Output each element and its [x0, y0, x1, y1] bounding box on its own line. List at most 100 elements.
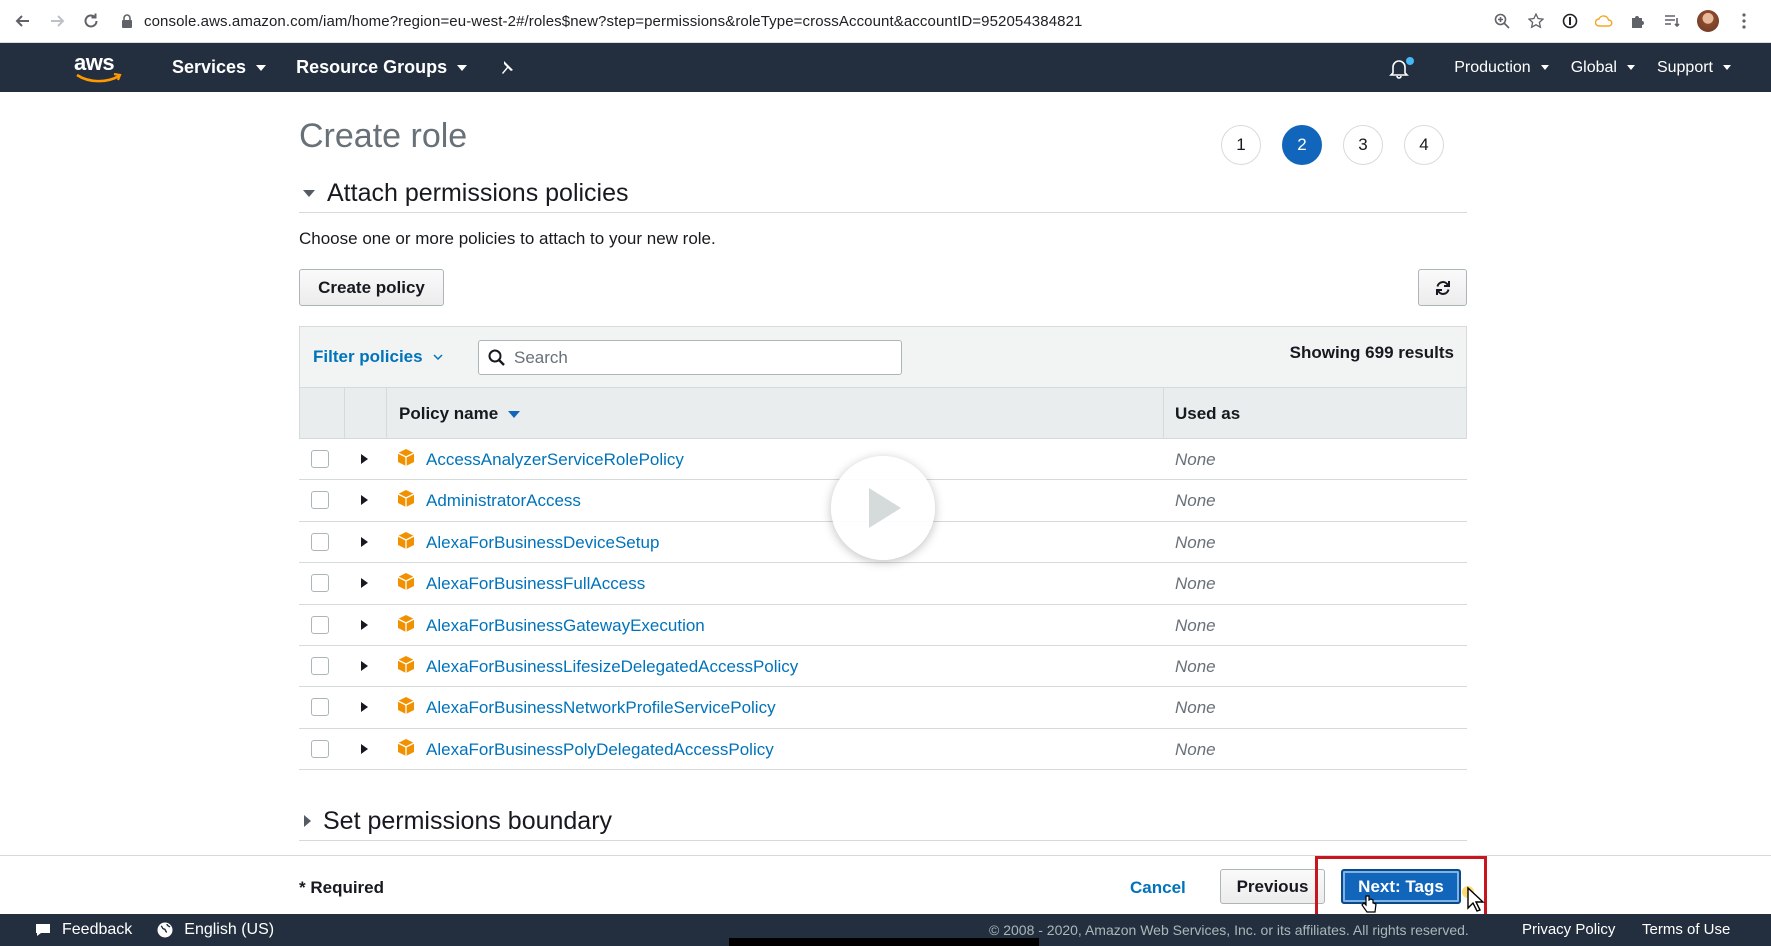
aws-logo[interactable]: aws — [74, 50, 124, 86]
support-menu[interactable]: Support — [1657, 59, 1731, 77]
required-note: * Required — [299, 878, 385, 897]
expand-row-icon[interactable] — [361, 578, 368, 589]
previous-button[interactable]: Previous — [1220, 869, 1325, 904]
password-manager-icon[interactable] — [1561, 12, 1579, 30]
used-as-column-header[interactable]: Used as — [1175, 404, 1240, 424]
section-description: Choose one or more policies to attach to… — [299, 229, 716, 248]
back-arrow-icon[interactable] — [12, 10, 34, 32]
policy-search-box[interactable] — [478, 340, 902, 375]
used-as-value: None — [1175, 450, 1216, 469]
notification-dot — [1406, 56, 1415, 65]
play-icon — [869, 488, 901, 528]
region-menu[interactable]: Global — [1571, 59, 1635, 77]
policy-name-link[interactable]: AlexaForBusinessNetworkProfileServicePol… — [426, 698, 776, 718]
reload-icon[interactable] — [80, 10, 102, 32]
section-title: Attach permissions policies — [327, 179, 629, 207]
used-as-value: None — [1175, 491, 1216, 511]
step-3[interactable]: 3 — [1343, 125, 1383, 165]
resource-groups-menu[interactable]: Resource Groups — [296, 57, 468, 78]
policy-name-link[interactable]: AdministratorAccess — [426, 491, 581, 511]
row-checkbox[interactable] — [311, 574, 329, 593]
chevron-down-icon — [256, 64, 267, 71]
attach-policies-section-header[interactable]: Attach permissions policies — [299, 175, 1467, 213]
table-row: AlexaForBusinessPolyDelegatedAccessPolic… — [299, 729, 1467, 771]
policy-table-header: Policy name Used as — [299, 388, 1467, 439]
account-menu[interactable]: Production — [1454, 59, 1549, 77]
video-play-button[interactable] — [831, 456, 935, 560]
row-checkbox[interactable] — [311, 491, 329, 510]
browser-menu-icon[interactable] — [1735, 12, 1753, 30]
refresh-button[interactable] — [1418, 269, 1467, 306]
bookmark-star-icon[interactable] — [1527, 12, 1545, 30]
step-1[interactable]: 1 — [1221, 125, 1261, 165]
address-bar[interactable]: console.aws.amazon.com/iam/home?region=e… — [120, 6, 1493, 36]
policy-name-link[interactable]: AlexaForBusinessDeviceSetup — [426, 533, 659, 553]
row-checkbox[interactable] — [311, 615, 329, 634]
policy-package-icon — [397, 697, 415, 715]
table-row: AlexaForBusinessNetworkProfileServicePol… — [299, 687, 1467, 729]
cancel-button[interactable]: Cancel — [1130, 878, 1186, 898]
row-checkbox[interactable] — [311, 698, 329, 717]
profile-avatar[interactable] — [1697, 10, 1719, 32]
policy-package-icon — [397, 449, 415, 466]
row-checkbox[interactable] — [311, 532, 329, 551]
chevron-down-icon — [1540, 65, 1549, 70]
services-menu[interactable]: Services — [172, 57, 267, 78]
expand-row-icon[interactable] — [361, 495, 368, 506]
language-selector[interactable]: English (US) — [156, 921, 274, 939]
search-input[interactable] — [512, 346, 896, 369]
cloud-extension-icon[interactable] — [1595, 12, 1613, 30]
create-policy-button[interactable]: Create policy — [299, 269, 444, 306]
extensions-puzzle-icon[interactable] — [1629, 12, 1647, 30]
used-as-value: None — [1175, 532, 1216, 552]
feedback-link[interactable]: Feedback — [34, 921, 132, 939]
policy-name-column-header[interactable]: Policy name — [399, 404, 521, 424]
speech-bubble-icon — [36, 924, 50, 936]
expand-row-icon[interactable] — [361, 454, 368, 464]
reading-list-icon[interactable] — [1663, 12, 1681, 30]
privacy-policy-link[interactable]: Privacy Policy — [1522, 921, 1615, 938]
terms-of-use-link[interactable]: Terms of Use — [1642, 921, 1730, 938]
next-tags-button[interactable]: Next: Tags — [1341, 869, 1461, 904]
browser-toolbar: console.aws.amazon.com/iam/home?region=e… — [0, 0, 1771, 43]
collapse-triangle-icon — [303, 190, 315, 197]
chevron-down-icon — [1626, 65, 1635, 70]
permissions-boundary-section-header[interactable]: Set permissions boundary — [299, 802, 1467, 841]
zoom-icon[interactable] — [1493, 12, 1511, 30]
used-as-value: None — [1175, 739, 1216, 759]
used-as-value: None — [1175, 656, 1216, 676]
expand-row-icon[interactable] — [361, 619, 368, 630]
expand-row-icon[interactable] — [361, 702, 368, 713]
row-checkbox[interactable] — [311, 450, 329, 468]
results-count: Showing 699 results — [1289, 343, 1454, 362]
row-checkbox[interactable] — [311, 739, 329, 758]
wizard-steps: 1 2 3 4 — [1221, 125, 1444, 165]
policy-package-icon — [397, 490, 415, 508]
copyright-text: © 2008 - 2020, Amazon Web Services, Inc.… — [989, 922, 1469, 938]
expand-row-icon[interactable] — [361, 660, 368, 671]
policy-package-icon — [397, 655, 415, 673]
wizard-action-bar: * Required Cancel Previous Next: Tags — [0, 855, 1771, 923]
policy-name-link[interactable]: AlexaForBusinessLifesizeDelegatedAccessP… — [426, 657, 798, 677]
pin-icon[interactable] — [497, 59, 515, 77]
used-as-value: None — [1175, 574, 1216, 594]
step-2-active[interactable]: 2 — [1282, 125, 1322, 165]
policy-name-link[interactable]: AlexaForBusinessFullAccess — [426, 574, 645, 594]
expand-row-icon[interactable] — [361, 743, 368, 754]
expand-row-icon[interactable] — [361, 536, 368, 547]
forward-arrow-icon[interactable] — [46, 10, 68, 32]
step-4[interactable]: 4 — [1404, 125, 1444, 165]
policy-name-link[interactable]: AlexaForBusinessGatewayExecution — [426, 616, 705, 636]
section-title: Set permissions boundary — [323, 806, 613, 835]
sort-descending-icon — [508, 410, 521, 418]
chevron-down-icon — [457, 64, 468, 71]
policy-name-link[interactable]: AccessAnalyzerServiceRolePolicy — [426, 450, 684, 470]
table-row: AlexaForBusinessGatewayExecution None — [299, 605, 1467, 646]
notifications-bell-icon[interactable] — [1388, 56, 1415, 79]
policy-package-icon — [397, 573, 415, 591]
filter-policies-dropdown[interactable]: Filter policies — [313, 347, 443, 367]
expand-triangle-icon — [304, 815, 311, 827]
policy-name-link[interactable]: AlexaForBusinessPolyDelegatedAccessPolic… — [426, 740, 774, 760]
chevron-down-icon — [433, 354, 443, 361]
row-checkbox[interactable] — [311, 656, 329, 675]
